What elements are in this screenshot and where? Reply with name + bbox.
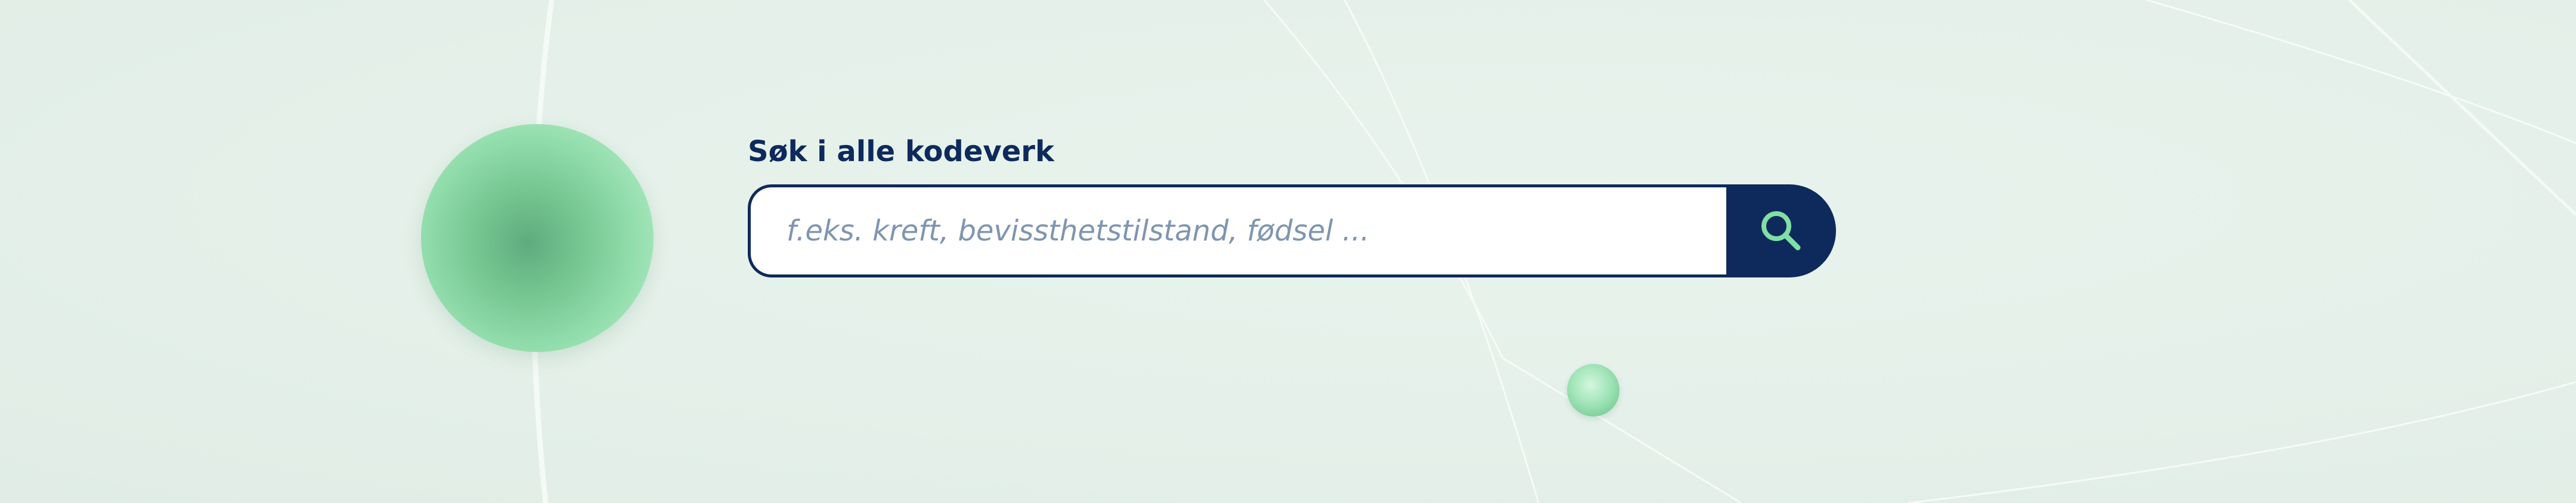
decorative-sphere-large: [421, 124, 654, 352]
search-section: Søk i alle kodeverk: [748, 136, 1836, 277]
decorative-sphere-small: [1567, 364, 1620, 416]
search-input[interactable]: [748, 184, 1726, 277]
search-icon: [1761, 211, 1801, 251]
search-heading: Søk i alle kodeverk: [748, 135, 1054, 168]
search-bar: [748, 184, 1836, 277]
search-button[interactable]: [1726, 184, 1836, 277]
